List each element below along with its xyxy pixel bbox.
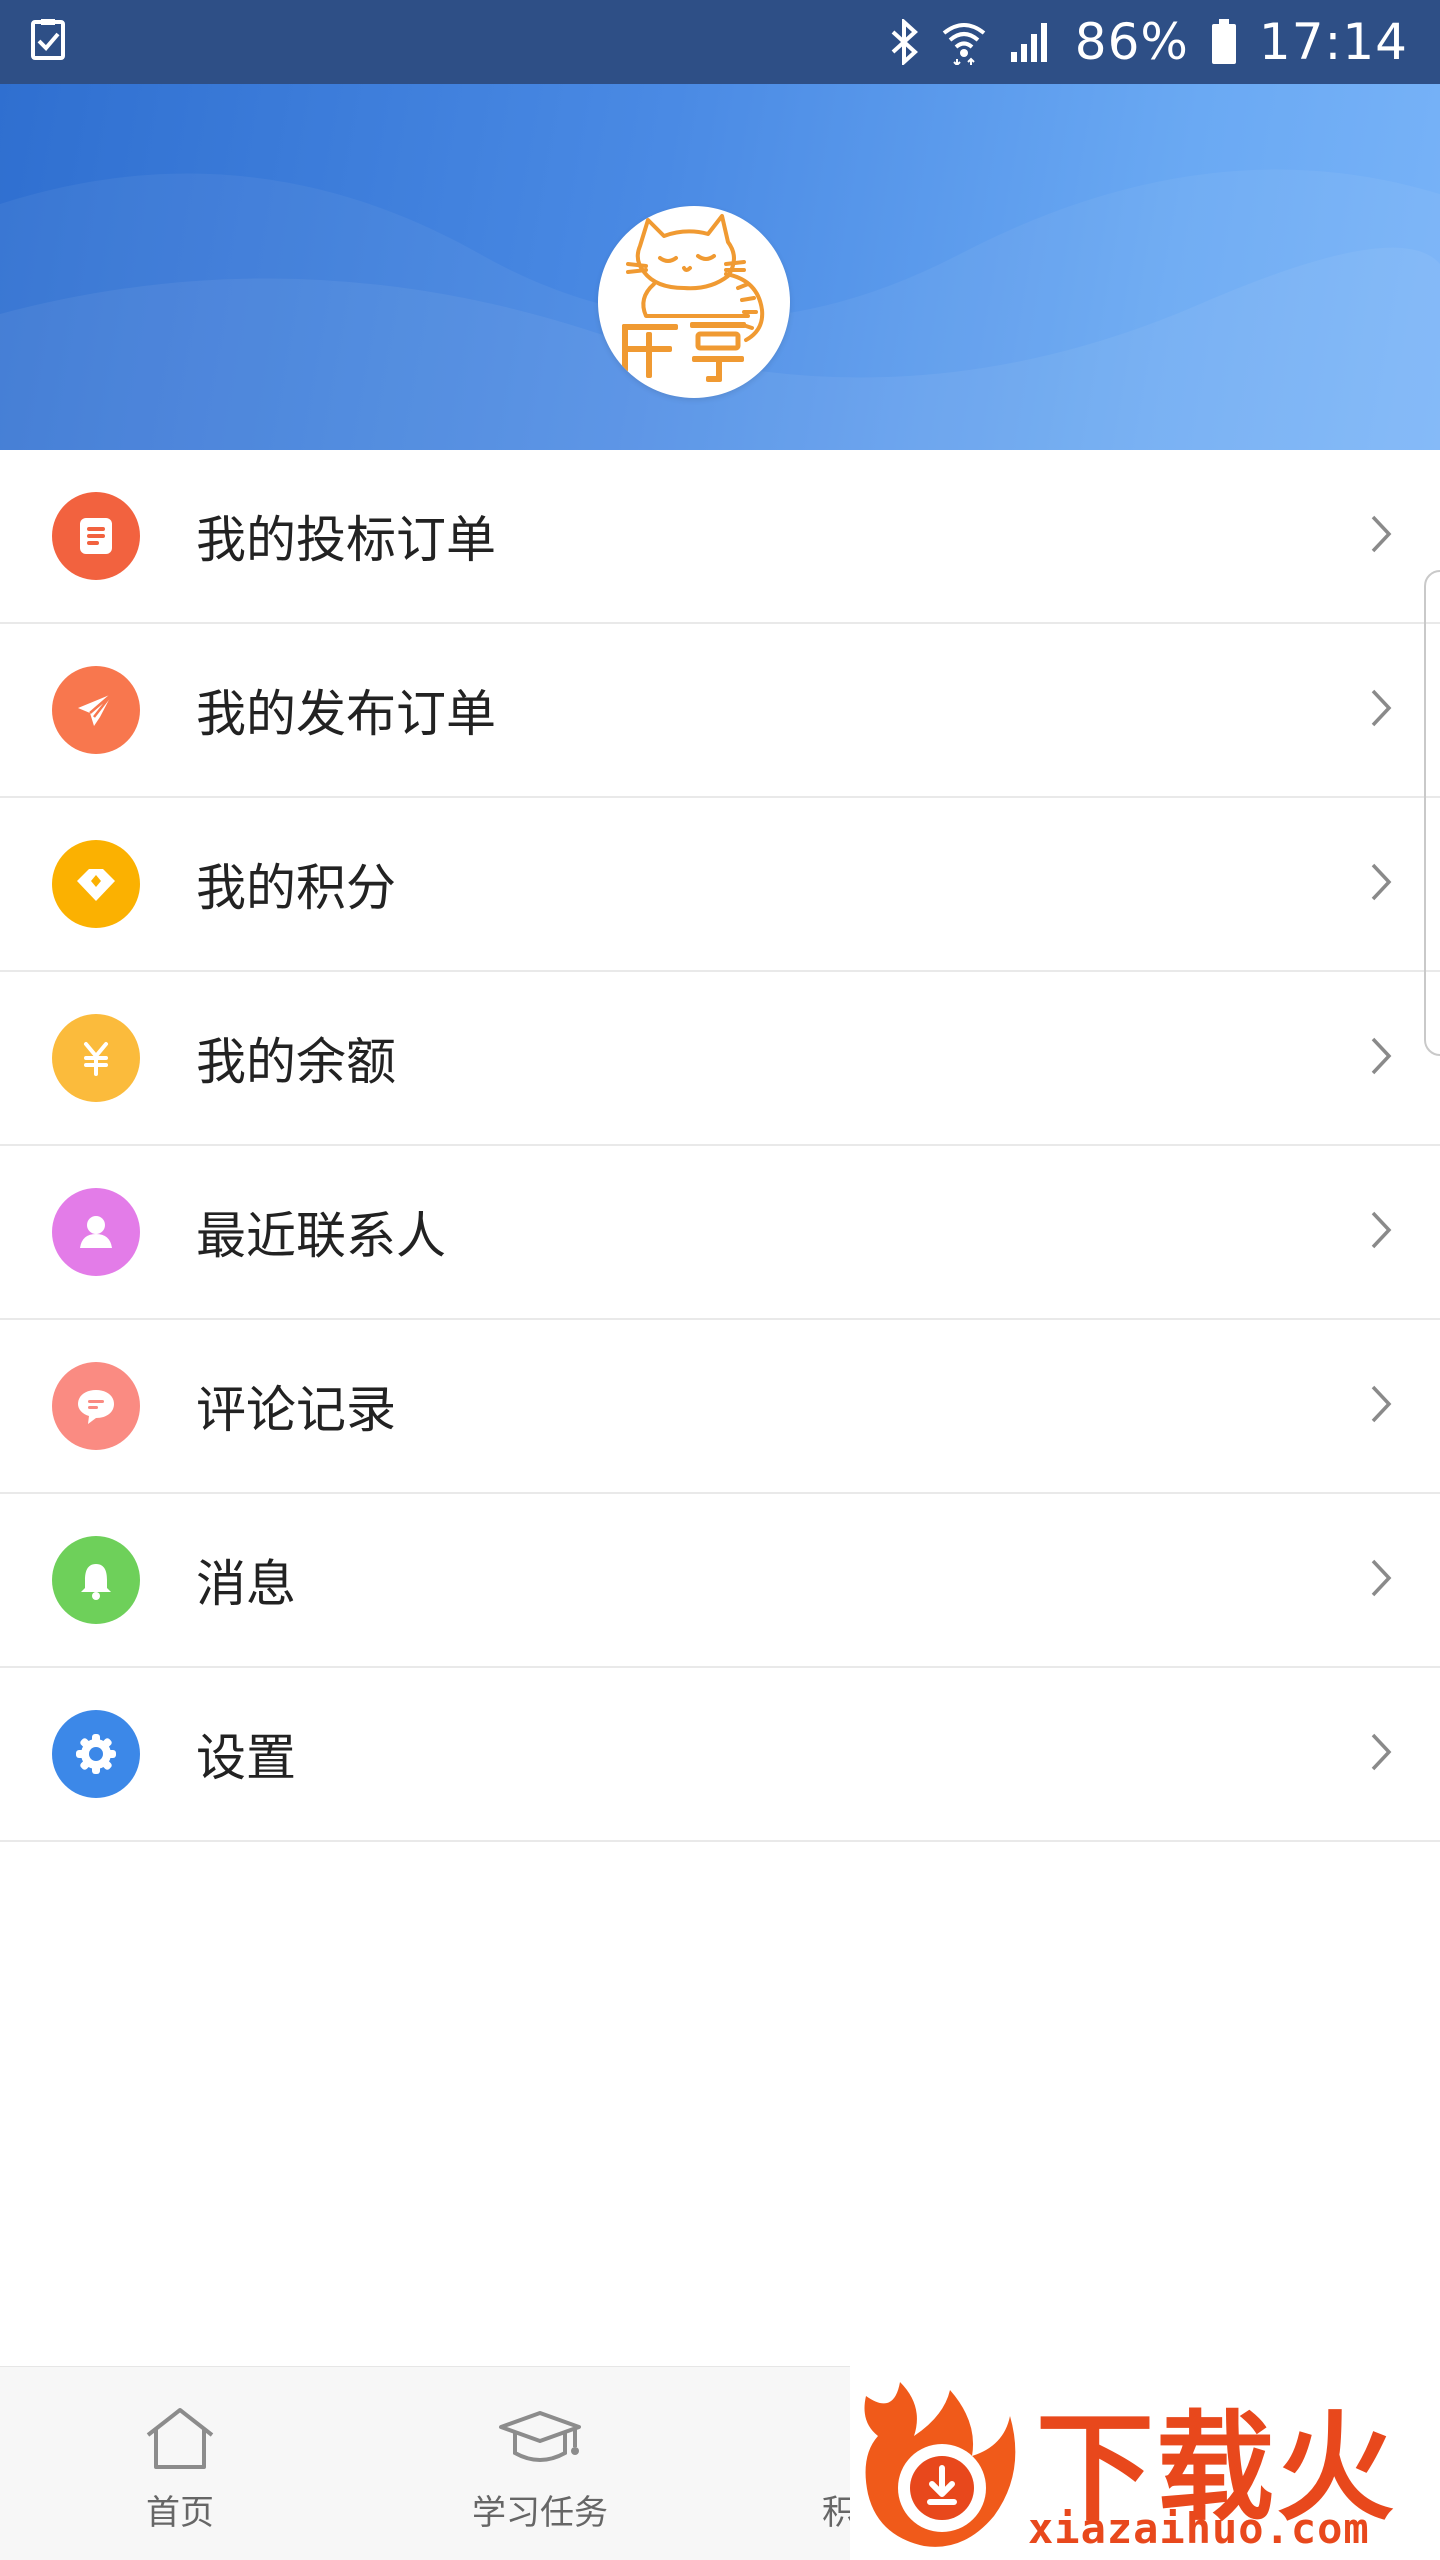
watermark-url: xiazaihuo.com: [1028, 2504, 1370, 2553]
chevron-right-icon: [1370, 1384, 1392, 1428]
menu-label: 我的投标订单: [196, 511, 496, 569]
battery-icon: [1211, 19, 1237, 65]
nav-item-home[interactable]: 首页: [110, 2367, 250, 2560]
cat-logo-image: [622, 214, 765, 382]
profile-header: [0, 84, 1440, 450]
menu-label: 最近联系人: [196, 1207, 446, 1265]
bell-icon: [52, 1536, 140, 1624]
chevron-right-icon: [1370, 514, 1392, 558]
menu-item-comment-history[interactable]: 评论记录: [0, 1320, 1440, 1494]
cellular-signal-icon: [1009, 20, 1053, 64]
document-icon: [52, 492, 140, 580]
diamond-icon: [52, 840, 140, 928]
graduation-cap-icon: [495, 2405, 585, 2475]
home-icon: [143, 2405, 217, 2475]
menu-item-balance[interactable]: 我的余额: [0, 972, 1440, 1146]
chevron-right-icon: [1370, 1036, 1392, 1080]
menu-label: 我的发布订单: [196, 685, 496, 743]
menu-label: 评论记录: [196, 1381, 396, 1439]
logo-text-mark: [622, 322, 746, 382]
menu-item-bid-orders[interactable]: 我的投标订单: [0, 450, 1440, 624]
menu-label: 消息: [196, 1555, 296, 1613]
bluetooth-icon: [889, 19, 919, 65]
status-bar: 86% 17:14: [0, 0, 1440, 84]
menu-item-points[interactable]: 我的积分: [0, 798, 1440, 972]
chevron-right-icon: [1370, 1732, 1392, 1776]
clock: 17:14: [1258, 13, 1408, 71]
menu-item-published-orders[interactable]: 我的发布订单: [0, 624, 1440, 798]
chevron-right-icon: [1370, 688, 1392, 732]
menu-label: 设置: [196, 1729, 296, 1787]
chevron-right-icon: [1370, 1210, 1392, 1254]
person-icon: [52, 1188, 140, 1276]
watermark: 下载火 xiazaihuo.com: [850, 2366, 1440, 2560]
menu-item-recent-contacts[interactable]: 最近联系人: [0, 1146, 1440, 1320]
wifi-icon: [941, 19, 987, 65]
nav-item-study-tasks[interactable]: 学习任务: [460, 2367, 620, 2560]
battery-percent: 86%: [1074, 13, 1189, 71]
paper-plane-icon: [52, 666, 140, 754]
menu-label: 我的余额: [196, 1033, 396, 1091]
chat-bubble-icon: [52, 1362, 140, 1450]
menu-list: 我的投标订单 我的发布订单 我的积分 我的余额 最近联系人 评论记录 消息 设置: [0, 450, 1440, 1842]
yen-icon: [52, 1014, 140, 1102]
menu-label: 我的积分: [196, 859, 396, 917]
flame-logo-icon: [864, 2382, 1016, 2547]
menu-item-settings[interactable]: 设置: [0, 1668, 1440, 1842]
task-check-icon: [28, 18, 68, 66]
status-right: 86% 17:14: [889, 13, 1408, 71]
nav-label: 首页: [146, 2493, 214, 2533]
chevron-right-icon: [1370, 862, 1392, 906]
gear-icon: [52, 1710, 140, 1798]
edge-panel-handle[interactable]: [1424, 570, 1440, 1056]
menu-item-messages[interactable]: 消息: [0, 1494, 1440, 1668]
status-left: [28, 18, 68, 66]
nav-label: 学习任务: [472, 2493, 608, 2533]
avatar[interactable]: [598, 206, 790, 398]
chevron-right-icon: [1370, 1558, 1392, 1602]
